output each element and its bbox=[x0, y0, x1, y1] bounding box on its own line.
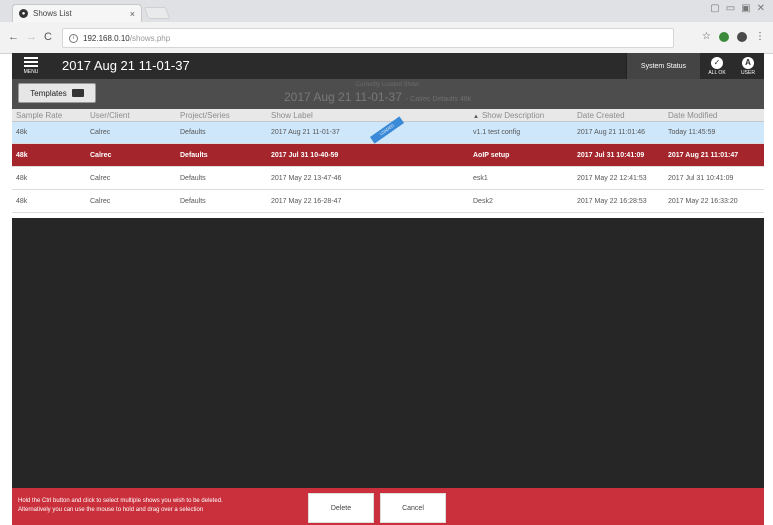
back-arrow-icon[interactable]: ← bbox=[8, 31, 19, 43]
forward-arrow-icon[interactable]: → bbox=[26, 31, 37, 43]
all-ok-label: ALL OK bbox=[708, 69, 726, 76]
cell-project: Defaults bbox=[180, 174, 206, 182]
table-row[interactable]: 48k Calrec Defaults 2017 Aug 21 11-01-37… bbox=[12, 116, 764, 144]
header-show-label[interactable]: Show Label bbox=[257, 109, 469, 121]
cell-user: Calrec bbox=[90, 174, 111, 182]
app-header: MENU 2017 Aug 21 11-01-37 System Status … bbox=[12, 53, 764, 79]
cell-show-label: 2017 May 22 16-28-47 bbox=[271, 197, 342, 205]
cell-project: Defaults bbox=[180, 129, 206, 136]
menu-label: MENU bbox=[23, 69, 39, 75]
cell-project: Defaults bbox=[180, 197, 206, 205]
header-show-description[interactable]: ▲ Show Description bbox=[469, 111, 573, 120]
cancel-button[interactable]: Cancel bbox=[380, 493, 446, 523]
url-text: 192.168.0.10/shows.php bbox=[83, 33, 171, 43]
browser-tab[interactable]: ● Shows List × bbox=[12, 4, 142, 22]
extension-icons: ☆ ⋮ bbox=[702, 31, 765, 42]
star-icon[interactable]: ☆ bbox=[702, 31, 711, 42]
cell-modified: 2017 Aug 21 11:01:47 bbox=[668, 151, 739, 159]
user-button[interactable]: A USER bbox=[733, 53, 763, 79]
templates-label: Templates bbox=[30, 88, 67, 98]
cell-show-label: 2017 Aug 21 11-01-37 LOADED bbox=[257, 116, 469, 144]
close-window-icon[interactable]: ✕ bbox=[757, 3, 765, 14]
tab-close-icon[interactable]: × bbox=[130, 9, 135, 19]
reload-icon[interactable]: C bbox=[44, 31, 52, 43]
delete-instructions: Hold the Ctrl button and click to select… bbox=[18, 498, 223, 513]
cell-description: AoIP setup bbox=[473, 151, 510, 159]
cell-sample-rate: 48k bbox=[16, 129, 28, 136]
cell-modified: Today 11:45:59 bbox=[668, 129, 716, 136]
cell-created: 2017 Aug 21 11:01:46 bbox=[577, 129, 645, 136]
cell-sample-rate: 48k bbox=[16, 174, 28, 182]
system-status-button[interactable]: System Status bbox=[626, 53, 700, 79]
url-input[interactable]: i 192.168.0.10/shows.php bbox=[62, 28, 674, 48]
header-date-created[interactable]: Date Created bbox=[573, 111, 664, 120]
extension-icon[interactable] bbox=[737, 31, 747, 42]
cell-created: 2017 Jul 31 10:41:09 bbox=[577, 151, 645, 159]
cell-user: Calrec bbox=[90, 197, 111, 205]
browser-tab-bar: ● Shows List × ▢ ▭ ▣ ✕ bbox=[0, 0, 773, 22]
user-label: USER bbox=[741, 69, 755, 76]
menu-button[interactable]: MENU bbox=[12, 53, 50, 79]
table-row[interactable]: 48k Calrec Defaults 2017 Jul 31 10-40-59… bbox=[12, 144, 764, 167]
cell-show-label: 2017 May 22 13-47-46 bbox=[271, 174, 342, 182]
header-sample-rate[interactable]: Sample Rate bbox=[12, 111, 78, 120]
window-controls: ▢ ▭ ▣ ✕ bbox=[710, 3, 765, 14]
folder-icon bbox=[71, 89, 84, 97]
maximize-icon[interactable]: ▣ bbox=[741, 3, 750, 14]
more-menu-icon[interactable]: ⋮ bbox=[755, 31, 765, 42]
user-icon: A bbox=[742, 56, 754, 69]
window-control-icon[interactable]: ▢ bbox=[710, 3, 719, 14]
cell-created: 2017 May 22 16:28:53 bbox=[577, 197, 647, 205]
cell-user: Calrec bbox=[90, 129, 111, 136]
cell-sample-rate: 48k bbox=[16, 197, 28, 205]
header-user-client[interactable]: User/Client bbox=[78, 111, 167, 120]
page-title: 2017 Aug 21 11-01-37 bbox=[62, 58, 190, 73]
check-icon: ✓ bbox=[711, 56, 723, 69]
empty-list-area bbox=[12, 218, 764, 488]
currently-loaded-label: Currently Loaded Show: bbox=[355, 82, 421, 88]
cell-description: v1.1 test config bbox=[473, 129, 521, 136]
cell-user: Calrec bbox=[90, 151, 112, 159]
table-header: Sample Rate User/Client Project/Series S… bbox=[12, 109, 764, 122]
cell-description: Desk2 bbox=[473, 197, 493, 205]
header-project-series[interactable]: Project/Series bbox=[167, 111, 257, 120]
info-icon[interactable]: i bbox=[69, 33, 78, 43]
header-date-modified[interactable]: Date Modified bbox=[664, 111, 764, 120]
cell-description: esk1 bbox=[473, 174, 488, 182]
cell-modified: 2017 Jul 31 10:41:09 bbox=[668, 174, 734, 182]
current-show-meta: - Calrec Defaults 48k bbox=[405, 96, 472, 103]
table-row[interactable]: 48k Calrec Defaults 2017 May 22 13-47-46… bbox=[12, 167, 764, 190]
cell-modified: 2017 May 22 16:33:20 bbox=[668, 197, 738, 205]
cell-project: Defaults bbox=[180, 151, 208, 159]
shows-table: Sample Rate User/Client Project/Series S… bbox=[12, 109, 764, 213]
hamburger-icon bbox=[24, 57, 38, 67]
current-show-name: 2017 Aug 21 11-01-37- Calrec Defaults 48… bbox=[284, 90, 472, 104]
delete-action-bar: Hold the Ctrl button and click to select… bbox=[12, 488, 764, 525]
delete-button[interactable]: Delete bbox=[308, 493, 374, 523]
sort-asc-icon: ▲ bbox=[473, 113, 479, 120]
address-bar-row: ← → C i 192.168.0.10/shows.php ☆ ⋮ bbox=[0, 22, 773, 54]
tab-title: Shows List bbox=[33, 9, 72, 18]
cell-sample-rate: 48k bbox=[16, 151, 28, 159]
current-show-bar: Templates Currently Loaded Show: 2017 Au… bbox=[12, 79, 764, 109]
extension-icon[interactable] bbox=[719, 31, 729, 42]
cell-created: 2017 May 22 12:41:53 bbox=[577, 174, 647, 182]
cell-show-label: 2017 Jul 31 10-40-59 bbox=[271, 151, 339, 159]
all-ok-button[interactable]: ✓ ALL OK bbox=[702, 53, 732, 79]
new-tab-button[interactable] bbox=[143, 7, 171, 19]
table-row[interactable]: 48k Calrec Defaults 2017 May 22 16-28-47… bbox=[12, 190, 764, 213]
minimize-icon[interactable]: ▭ bbox=[726, 3, 735, 14]
calrec-favicon-icon: ● bbox=[19, 9, 28, 18]
